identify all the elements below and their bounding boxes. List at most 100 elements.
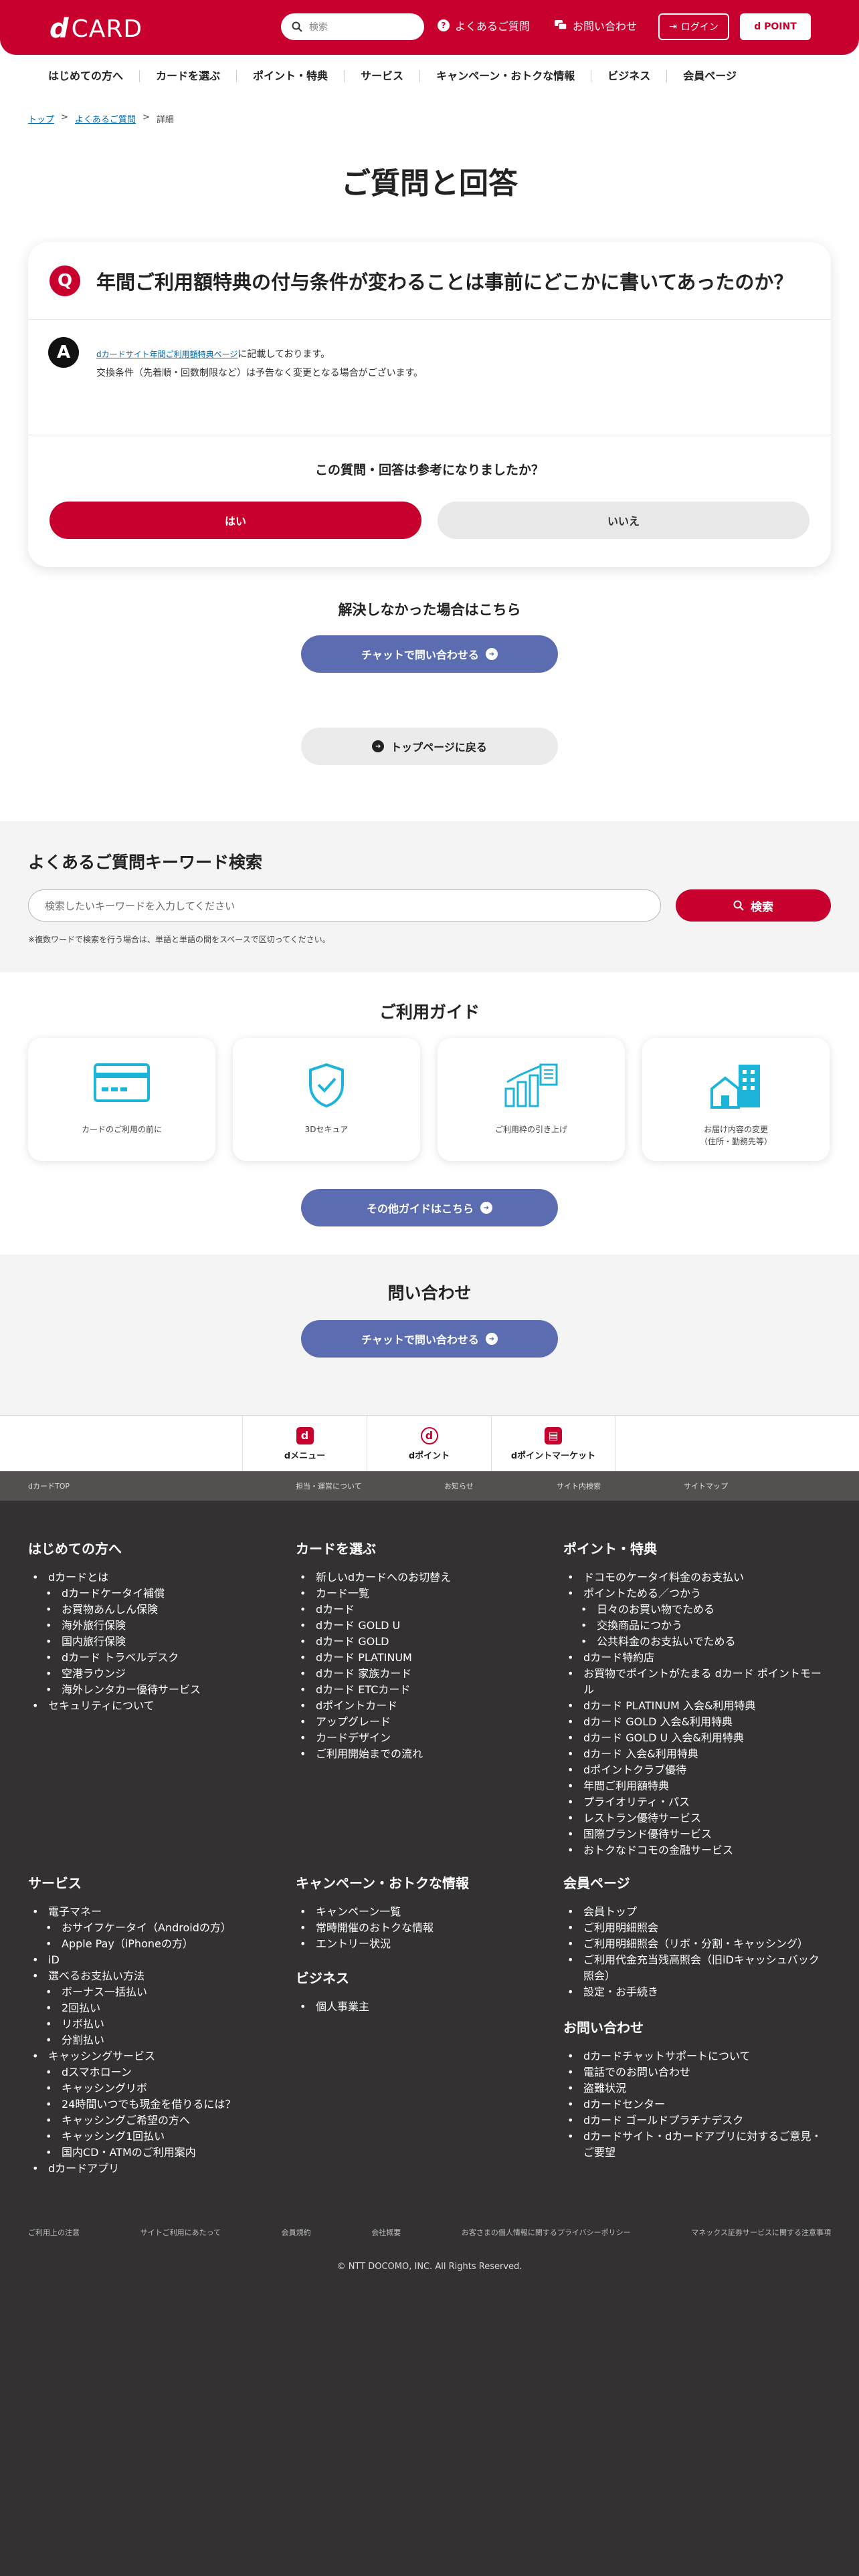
footer-link[interactable]: dカードアプリ xyxy=(28,2161,289,2177)
footer-link[interactable]: エントリー状況 xyxy=(296,1936,557,1952)
keyword-search-input[interactable]: 検索したいキーワードを入力してください xyxy=(28,889,661,922)
footer-link[interactable]: 海外レンタカー優待サービス xyxy=(28,1682,289,1698)
footer-link[interactable]: 2回払い xyxy=(28,2000,289,2016)
footer-link[interactable]: セキュリティについて xyxy=(28,1698,289,1714)
footer-link[interactable]: レストラン優待サービス xyxy=(563,1810,824,1826)
breadcrumb-top[interactable]: トップ xyxy=(28,112,54,125)
footer-link[interactable]: キャッシング1回払い xyxy=(28,2129,289,2145)
service-dmenu[interactable]: d dメニュー xyxy=(242,1416,367,1472)
footer-link-privacy[interactable]: お客さまの個人情報に関するプライバシーポリシー xyxy=(462,2227,631,2238)
footer-link[interactable]: ドコモのケータイ料金のお支払い xyxy=(563,1570,824,1586)
footer-link[interactable]: iD xyxy=(28,1952,289,1968)
util-link-news[interactable]: お知らせ xyxy=(444,1481,474,1491)
footer-link[interactable]: 電子マネー xyxy=(28,1904,289,1920)
contact-link[interactable]: お問い合わせ xyxy=(554,17,637,33)
footer-link[interactable]: 国内旅行保険 xyxy=(28,1634,289,1650)
footer-link[interactable]: 盗難状況 xyxy=(563,2080,824,2097)
guide-card-3d-secure[interactable]: 3Dセキュア xyxy=(233,1038,420,1161)
footer-link[interactable]: dカード xyxy=(296,1602,557,1618)
footer-link[interactable]: dカード特約店 xyxy=(563,1650,824,1666)
footer-link[interactable]: 国内CD・ATMのご利用案内 xyxy=(28,2145,289,2161)
footer-heading[interactable]: カードを選ぶ xyxy=(296,1538,557,1558)
footer-heading[interactable]: ビジネス xyxy=(296,1967,557,1987)
feedback-yes-button[interactable]: はい xyxy=(50,502,421,539)
footer-link-site-usage[interactable]: サイトご利用にあたって xyxy=(140,2227,221,2238)
footer-link[interactable]: アップグレード xyxy=(296,1714,557,1730)
footer-link[interactable]: dカード ETCカード xyxy=(296,1682,557,1698)
service-dpoint-market[interactable]: ▤ dポイントマーケット xyxy=(491,1416,615,1472)
footer-link[interactable]: 海外旅行保険 xyxy=(28,1618,289,1634)
util-link-top[interactable]: dカードTOP xyxy=(28,1481,70,1491)
footer-link[interactable]: dカード GOLD U 入会&利用特典 xyxy=(563,1730,824,1746)
footer-link[interactable]: おトクなドコモの金融サービス xyxy=(563,1842,824,1858)
footer-link[interactable]: ボーナス一括払い xyxy=(28,1984,289,2000)
footer-link[interactable]: dスマホローン xyxy=(28,2064,289,2080)
footer-link[interactable]: 年間ご利用額特典 xyxy=(563,1778,824,1794)
keyword-search-button[interactable]: 検索 xyxy=(676,889,831,922)
gnav-item-member[interactable]: 会員ページ xyxy=(667,70,753,82)
footer-heading[interactable]: お問い合わせ xyxy=(563,2017,824,2036)
gnav-item-choose-card[interactable]: カードを選ぶ xyxy=(140,70,237,82)
login-button[interactable]: ⇥ ログイン xyxy=(658,13,729,40)
footer-link[interactable]: ご利用明細照会 xyxy=(563,1920,824,1936)
gnav-item-business[interactable]: ビジネス xyxy=(591,70,668,82)
footer-link[interactable]: ご利用開始までの流れ xyxy=(296,1746,557,1762)
gnav-item-campaigns[interactable]: キャンペーン・おトクな情報 xyxy=(420,70,592,82)
footer-link[interactable]: 空港ラウンジ xyxy=(28,1666,289,1682)
back-to-top-button[interactable]: ➜ トップページに戻る xyxy=(301,728,558,765)
footer-link[interactable]: dカードサイト・dカードアプリに対するご意見・ご要望 xyxy=(563,2129,824,2161)
footer-link-notes[interactable]: ご利用上の注意 xyxy=(28,2227,80,2238)
footer-link[interactable]: 分割払い xyxy=(28,2032,289,2048)
footer-link[interactable]: dカードセンター xyxy=(563,2097,824,2113)
footer-link[interactable]: キャッシングご希望の方へ xyxy=(28,2113,289,2129)
footer-link[interactable]: 交換商品につかう xyxy=(563,1618,824,1634)
util-link-operator[interactable]: 担当・運営について xyxy=(296,1481,362,1491)
footer-link[interactable]: 24時間いつでも現金を借りるには？ xyxy=(28,2097,289,2113)
footer-link[interactable]: dカード PLATINUM 入会&利用特典 xyxy=(563,1698,824,1714)
footer-link[interactable]: ご利用明細照会（リボ・分割・キャッシング） xyxy=(563,1936,824,1952)
footer-link[interactable]: 電話でのお問い合わせ xyxy=(563,2064,824,2080)
footer-link[interactable]: キャッシングサービス xyxy=(28,2048,289,2064)
footer-link-terms[interactable]: 会員規約 xyxy=(282,2227,311,2238)
dpoint-button[interactable]: d POINT xyxy=(740,13,811,40)
footer-link[interactable]: 個人事業主 xyxy=(296,1999,557,2015)
footer-link[interactable]: dカード ゴールドプラチナデスク xyxy=(563,2113,824,2129)
footer-link[interactable]: 公共料金のお支払いでためる xyxy=(563,1634,824,1650)
gnav-item-beginners[interactable]: はじめての方へ xyxy=(32,70,140,82)
chat-inquiry-button[interactable]: チャットで問い合わせる ➜ xyxy=(301,635,558,673)
gnav-item-services[interactable]: サービス xyxy=(345,70,421,82)
header-search-input[interactable]: 検索 xyxy=(281,13,424,40)
footer-link-company[interactable]: 会社概要 xyxy=(371,2227,401,2238)
footer-link[interactable]: dカード GOLD U xyxy=(296,1618,557,1634)
footer-link[interactable]: Apple Pay（iPhoneの方） xyxy=(28,1936,289,1952)
footer-link[interactable]: dカード 家族カード xyxy=(296,1666,557,1682)
contact-chat-button[interactable]: チャットで問い合わせる ➜ xyxy=(301,1320,558,1358)
footer-heading[interactable]: サービス xyxy=(28,1872,289,1892)
footer-link[interactable]: dポイントクラブ優待 xyxy=(563,1762,824,1778)
footer-link[interactable]: 国際ブランド優待サービス xyxy=(563,1826,824,1842)
util-link-site-search[interactable]: サイト内検索 xyxy=(557,1481,601,1491)
footer-link[interactable]: dカード GOLD 入会&利用特典 xyxy=(563,1714,824,1730)
footer-link[interactable]: おサイフケータイ（Androidの方） xyxy=(28,1920,289,1936)
footer-link[interactable]: キャッシングリボ xyxy=(28,2080,289,2097)
footer-link[interactable]: 常時開催のおトクな情報 xyxy=(296,1920,557,1936)
faq-link[interactable]: ? よくあるご質問 xyxy=(438,17,530,33)
footer-link[interactable]: dカード GOLD xyxy=(296,1634,557,1650)
footer-link[interactable]: 選べるお支払い方法 xyxy=(28,1968,289,1984)
breadcrumb-faq[interactable]: よくあるご質問 xyxy=(75,112,136,125)
footer-link[interactable]: dカード 入会&利用特典 xyxy=(563,1746,824,1762)
footer-heading[interactable]: ポイント・特典 xyxy=(563,1538,824,1558)
footer-link[interactable]: dカード トラベルデスク xyxy=(28,1650,289,1666)
footer-heading[interactable]: キャンペーン・おトクな情報 xyxy=(296,1872,557,1892)
footer-link[interactable]: ご利用代金充当残高照会（旧iDキャッシュバック照会） xyxy=(563,1952,824,1984)
guide-card-limit-increase[interactable]: ご利用枠の引き上げ xyxy=(438,1038,625,1161)
footer-link[interactable]: dカードとは xyxy=(28,1570,289,1586)
footer-link[interactable]: ポイントためる／つかう xyxy=(563,1586,824,1602)
service-dpoint[interactable]: d dポイント xyxy=(367,1416,491,1472)
footer-link-monex[interactable]: マネックス証券サービスに関する注意事項 xyxy=(691,2227,831,2238)
gnav-item-points[interactable]: ポイント・特典 xyxy=(237,70,345,82)
footer-link[interactable]: dポイントカード xyxy=(296,1698,557,1714)
footer-link[interactable]: リボ払い xyxy=(28,2016,289,2032)
more-guides-button[interactable]: その他ガイドはこちら ➜ xyxy=(301,1189,558,1226)
footer-heading[interactable]: はじめての方へ xyxy=(28,1538,289,1558)
